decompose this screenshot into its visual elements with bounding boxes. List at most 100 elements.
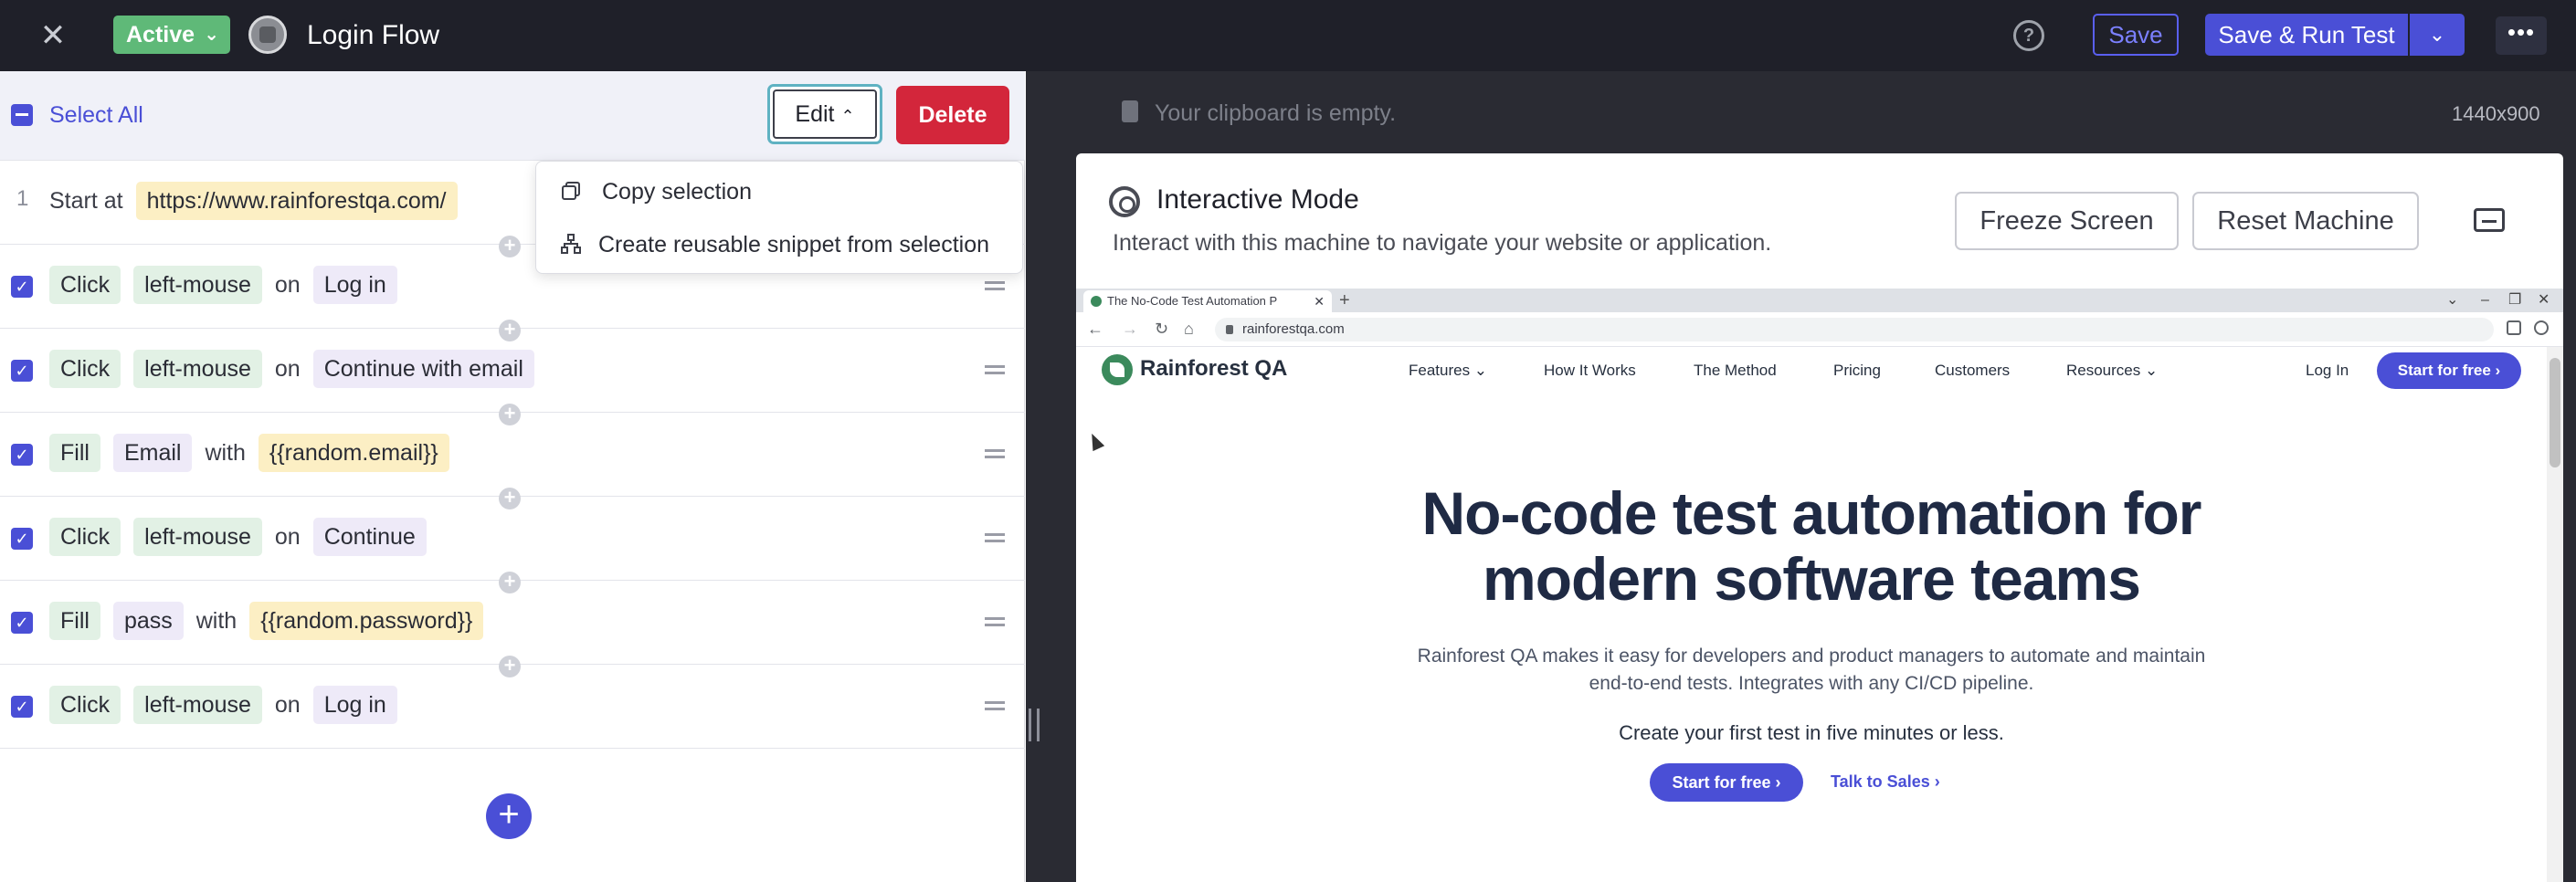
edit-label: Edit [795,101,835,127]
site-nav-the-method[interactable]: The Method [1694,362,1777,380]
step-url[interactable]: https://www.rainforestqa.com/ [135,182,458,220]
site-nav-customers[interactable]: Customers [1935,362,2010,380]
avatar[interactable] [248,16,287,54]
home-icon[interactable]: ⌂ [1184,320,1194,339]
drag-handle-icon[interactable] [985,701,1005,710]
menu-item-label: Create reusable snippet from selection [598,232,990,257]
step-value[interactable]: Log in [312,266,397,304]
step-value[interactable]: {{random.password}} [249,602,484,640]
keyboard-icon[interactable] [2474,208,2505,232]
panel-resize-handle[interactable] [1029,709,1040,741]
menu-item-create-snippet[interactable]: Create reusable snippet from selection [536,218,1024,271]
step-value[interactable]: Log in [312,686,397,724]
site-start-free-button[interactable]: Start for free › [2377,352,2521,389]
select-all-label[interactable]: Select All [49,102,143,129]
talk-to-sales-link[interactable]: Talk to Sales › [1831,772,1940,792]
step-value[interactable]: {{random.email}} [258,434,449,472]
step-row[interactable]: ✓ Click left-mouse on Log in [0,665,1025,749]
step-checkbox[interactable]: ✓ [11,276,33,298]
step-target[interactable]: left-mouse [133,518,262,556]
step-row[interactable]: ✓ Click left-mouse on Continue with emai… [0,329,1025,413]
step-checkbox[interactable]: ✓ [11,696,33,718]
reload-icon[interactable]: ↻ [1155,320,1168,339]
scrollbar-thumb[interactable] [2550,358,2560,467]
site-nav-how-it-works[interactable]: How It Works [1544,362,1636,380]
delete-button[interactable]: Delete [896,86,1009,144]
profile-icon[interactable] [2534,320,2549,335]
drag-handle-icon[interactable] [985,365,1005,374]
save-button[interactable]: Save [2093,14,2179,56]
step-action[interactable]: Click [49,686,121,724]
chevron-down-icon[interactable]: ⌄ [2410,14,2465,56]
edit-button[interactable]: Edit ⌃ [767,84,882,144]
rainforest-logo-icon[interactable] [1102,354,1133,385]
step-checkbox[interactable]: ✓ [11,612,33,634]
browser-tab-title: The No-Code Test Automation P [1107,294,1278,308]
site-logo[interactable]: Rainforest QA [1140,356,1287,382]
freeze-screen-button[interactable]: Freeze Screen [1955,192,2179,250]
hero-title-line-2: modern software teams [1483,545,2141,613]
step-value[interactable]: Continue [312,518,427,556]
favicon-icon [1091,296,1102,307]
drag-handle-icon[interactable] [985,449,1005,458]
step-action[interactable]: Fill [49,602,100,640]
step-value[interactable]: Continue with email [312,350,534,388]
reset-machine-button[interactable]: Reset Machine [2192,192,2419,250]
restore-icon[interactable]: ❐ [2508,290,2521,310]
minimize-icon[interactable]: – [2481,290,2489,310]
remote-browser[interactable]: The No-Code Test Automation P ✕ + ⌄ – ❐ … [1076,289,2563,882]
step-number: 1 [16,186,29,211]
site-nav-resources[interactable]: Resources ⌄ [2066,362,2158,380]
step-target[interactable]: pass [112,602,184,640]
step-conj: with [205,439,246,466]
test-title[interactable]: Login Flow [307,18,439,53]
step-row[interactable]: ✓ Click left-mouse on Continue [0,497,1025,581]
interactive-mode-icon [1109,186,1140,217]
drag-handle-icon[interactable] [985,533,1005,542]
hero-subtitle-line-2: end-to-end tests. Integrates with any CI… [1589,673,2034,694]
new-tab-icon[interactable]: + [1339,290,1350,310]
more-options-icon[interactable]: ••• [2496,16,2547,55]
hero-start-free-button[interactable]: Start for free › [1650,763,1803,802]
forward-icon[interactable]: → [1122,320,1138,339]
help-icon[interactable]: ? [2013,20,2044,51]
lock-icon [1226,325,1233,334]
close-icon[interactable]: ✕ [35,20,71,51]
step-checkbox[interactable]: ✓ [11,444,33,466]
save-and-run-button[interactable]: Save & Run Test [2205,14,2408,56]
close-tab-icon[interactable]: ✕ [1314,290,1325,312]
sidebar-icon[interactable] [2507,320,2521,335]
status-dropdown[interactable]: Active ⌄ [113,16,230,54]
step-action[interactable]: Click [49,350,121,388]
menu-item-copy-selection[interactable]: Copy selection [536,165,1024,218]
step-target[interactable]: Email [112,434,193,472]
url-field[interactable]: rainforestqa.com [1215,318,2494,341]
close-window-icon[interactable]: ✕ [2538,290,2550,310]
chevron-down-icon: ⌄ [204,25,219,45]
back-icon[interactable]: ← [1087,320,1103,339]
site-nav-pricing[interactable]: Pricing [1833,362,1881,380]
step-action[interactable]: Fill [49,434,100,472]
step-row[interactable]: ✓ Fill pass with {{random.password}} [0,581,1025,665]
clipboard-status: Your clipboard is empty. [1155,100,1397,126]
step-target[interactable]: left-mouse [133,266,262,304]
step-checkbox[interactable]: ✓ [11,360,33,382]
chevron-down-icon[interactable]: ⌄ [2446,290,2458,310]
step-target[interactable]: left-mouse [133,686,262,724]
page-scrollbar[interactable] [2547,347,2563,882]
step-checkbox[interactable]: ✓ [11,528,33,550]
site-login-link[interactable]: Log In [2306,362,2349,380]
hero-subtitle-line-1: Rainforest QA makes it easy for develope… [1417,646,2206,667]
clipboard-icon [1122,100,1138,122]
copy-icon [562,182,580,200]
site-nav-features[interactable]: Features ⌄ [1409,362,1487,380]
step-action[interactable]: Click [49,266,121,304]
drag-handle-icon[interactable] [985,281,1005,290]
select-all-checkbox[interactable] [11,104,33,126]
step-row[interactable]: ✓ Fill Email with {{random.email}} [0,413,1025,497]
step-action[interactable]: Click [49,518,121,556]
browser-tab[interactable]: The No-Code Test Automation P ✕ [1083,290,1332,312]
drag-handle-icon[interactable] [985,617,1005,626]
step-target[interactable]: left-mouse [133,350,262,388]
add-step-button[interactable]: + [486,793,532,839]
